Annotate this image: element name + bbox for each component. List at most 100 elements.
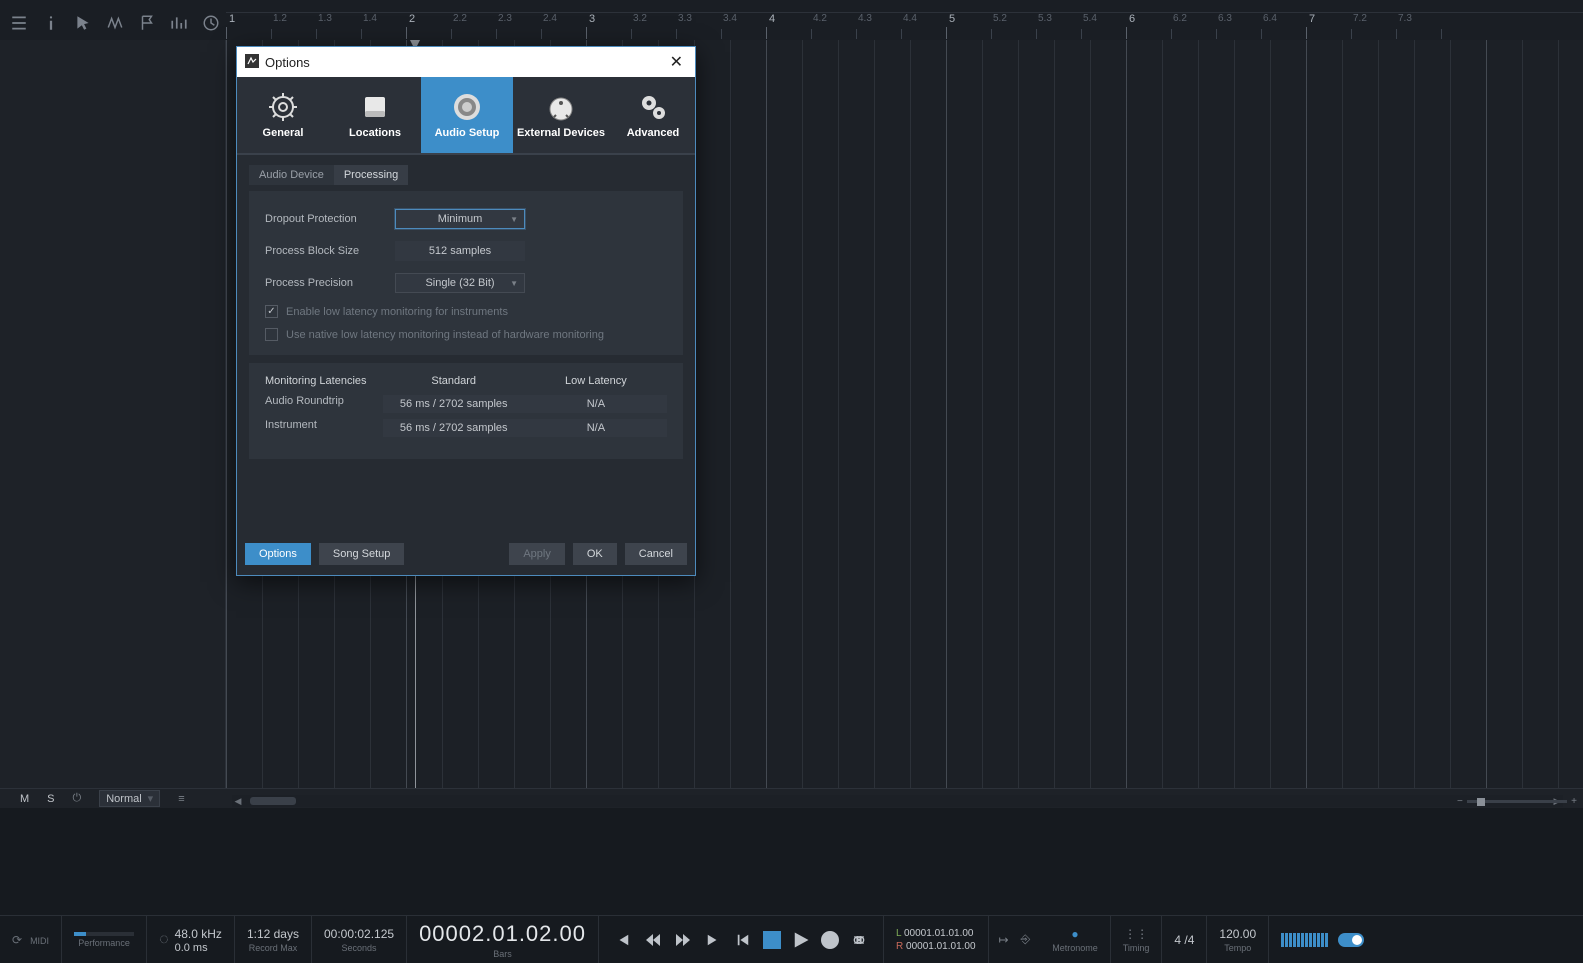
enable-low-latency-checkbox[interactable]	[265, 305, 278, 318]
forward-button[interactable]	[673, 930, 693, 950]
lat-row-instrument-label: Instrument	[265, 419, 383, 437]
pointer-tool-icon[interactable]	[74, 14, 92, 32]
locator-right-value[interactable]: 00001.01.01.00	[906, 941, 976, 952]
stop-button[interactable]	[763, 931, 781, 949]
lines-icon[interactable]: ≡	[178, 793, 184, 805]
list-icon[interactable]	[10, 14, 28, 32]
process-precision-dropdown[interactable]: Single (32 Bit)▼	[395, 273, 525, 293]
metronome-label: Metronome	[1052, 943, 1098, 953]
latency-panel: Monitoring Latencies Standard Low Latenc…	[249, 363, 683, 459]
options-body: Audio Device Processing Dropout Protecti…	[237, 153, 695, 533]
preroll-icon[interactable]: ↦	[999, 933, 1009, 947]
category-general[interactable]: General	[237, 77, 329, 153]
category-advanced-label: Advanced	[627, 127, 680, 139]
locator-left-tag: L	[896, 928, 901, 939]
rewind-start-button[interactable]	[613, 930, 633, 950]
master-enable-toggle[interactable]	[1338, 933, 1364, 947]
process-block-size-label: Process Block Size	[265, 245, 395, 257]
draw-tool-icon[interactable]	[106, 14, 124, 32]
lat-row-roundtrip-label: Audio Roundtrip	[265, 395, 383, 413]
record-max-value: 1:12 days	[247, 927, 299, 941]
process-block-size-value: 512 samples	[395, 241, 525, 261]
locator-right-tag: R	[896, 941, 903, 952]
cpu-icon: ◌	[159, 931, 169, 949]
use-native-low-latency-checkbox[interactable]	[265, 328, 278, 341]
power-icon[interactable]: ⏻	[73, 792, 82, 805]
category-locations-label: Locations	[349, 127, 401, 139]
cancel-button[interactable]: Cancel	[625, 543, 687, 565]
tempo-label: Tempo	[1224, 943, 1251, 953]
timeline-ruler[interactable]: 12345671.21.31.42.22.32.43.23.33.44.24.3…	[226, 12, 1583, 40]
forward-end-button[interactable]	[703, 930, 723, 950]
timing-icon[interactable]: ⋮⋮	[1124, 927, 1148, 941]
seconds-value[interactable]: 00:00:02.125	[324, 927, 394, 941]
tempo-value[interactable]: 120.00	[1219, 927, 1256, 941]
category-advanced[interactable]: Advanced	[609, 77, 697, 153]
global-solo-button[interactable]: S	[47, 793, 54, 805]
edit-tool-toolbar	[10, 14, 252, 32]
category-audio-setup[interactable]: Audio Setup	[421, 77, 513, 153]
automation-mode-dropdown[interactable]: Normal▾	[99, 790, 160, 807]
bars-label: Bars	[493, 949, 512, 959]
tab-audio-device[interactable]: Audio Device	[249, 165, 334, 185]
dialog-title: Options	[265, 55, 310, 70]
lat-header-lowlatency: Low Latency	[525, 375, 667, 387]
category-external-devices[interactable]: External Devices	[513, 77, 609, 153]
play-button[interactable]	[791, 930, 811, 950]
timesig-value[interactable]: 4 /4	[1174, 933, 1194, 947]
loop-button[interactable]	[849, 930, 869, 950]
tab-processing[interactable]: Processing	[334, 165, 408, 185]
record-button[interactable]	[821, 931, 839, 949]
metronome-icon[interactable]: ●	[1071, 927, 1078, 941]
lat-roundtrip-std: 56 ms / 2702 samples	[383, 395, 525, 413]
audio-setup-tabs: Audio Device Processing	[249, 165, 408, 185]
track-list-panel	[0, 40, 226, 808]
category-general-label: General	[263, 127, 304, 139]
flag-tool-icon[interactable]	[138, 14, 156, 32]
category-locations[interactable]: Locations	[329, 77, 421, 153]
process-precision-label: Process Precision	[265, 277, 395, 289]
lat-header-standard: Standard	[383, 375, 525, 387]
dialog-titlebar[interactable]: Options ✕	[237, 47, 695, 77]
latency-value: 0.0 ms	[175, 942, 222, 954]
dialog-footer: Options Song Setup Apply OK Cancel	[237, 533, 695, 575]
midi-label: MIDI	[30, 936, 49, 946]
zoom-in-icon[interactable]: +	[1571, 796, 1577, 807]
zoom-thumb[interactable]	[1477, 798, 1485, 806]
locator-left-value[interactable]: 00001.01.01.00	[904, 928, 974, 939]
lat-header-title: Monitoring Latencies	[265, 375, 383, 387]
quantize-tool-icon[interactable]	[170, 14, 188, 32]
bars-value[interactable]: 00002.01.02.00	[419, 921, 586, 947]
options-dialog: Options ✕ General Locations Audio Setup …	[236, 46, 696, 576]
clock-tool-icon[interactable]	[202, 14, 220, 32]
dropout-protection-dropdown[interactable]: Minimum▼	[395, 209, 525, 229]
options-footer-button[interactable]: Options	[245, 543, 311, 565]
lat-roundtrip-low: N/A	[525, 395, 667, 413]
lower-panel-area	[0, 808, 1583, 915]
dropout-protection-label: Dropout Protection	[265, 213, 395, 225]
category-audio-setup-label: Audio Setup	[435, 127, 500, 139]
lat-instrument-low: N/A	[525, 419, 667, 437]
transport-bar: ⟳ MIDI Performance ◌ 48.0 kHz 0.0 ms 1:1…	[0, 915, 1583, 963]
horizontal-scrollbar[interactable]: ◀ ▶	[232, 795, 1563, 807]
sample-rate-value[interactable]: 48.0 kHz	[175, 927, 222, 941]
song-setup-button[interactable]: Song Setup	[319, 543, 405, 565]
timing-label: Timing	[1123, 943, 1150, 953]
category-external-devices-label: External Devices	[517, 127, 605, 139]
return-to-start-button[interactable]	[733, 930, 753, 950]
ok-button[interactable]: OK	[573, 543, 617, 565]
scroll-thumb[interactable]	[250, 797, 296, 805]
options-category-bar: General Locations Audio Setup External D…	[237, 77, 695, 153]
apply-button[interactable]: Apply	[509, 543, 565, 565]
rewind-button[interactable]	[643, 930, 663, 950]
seconds-label: Seconds	[342, 943, 377, 953]
zoom-slider[interactable]: − +	[1457, 795, 1577, 807]
info-icon[interactable]	[42, 14, 60, 32]
performance-label: Performance	[78, 938, 130, 948]
global-mute-button[interactable]: M	[20, 793, 29, 805]
scroll-left-icon[interactable]: ◀	[232, 795, 244, 807]
zoom-out-icon[interactable]: −	[1457, 796, 1463, 807]
midi-activity-icon: ⟳	[12, 933, 22, 947]
autopunch-icon[interactable]: ⎆	[1021, 932, 1031, 947]
close-button[interactable]: ✕	[666, 52, 687, 72]
